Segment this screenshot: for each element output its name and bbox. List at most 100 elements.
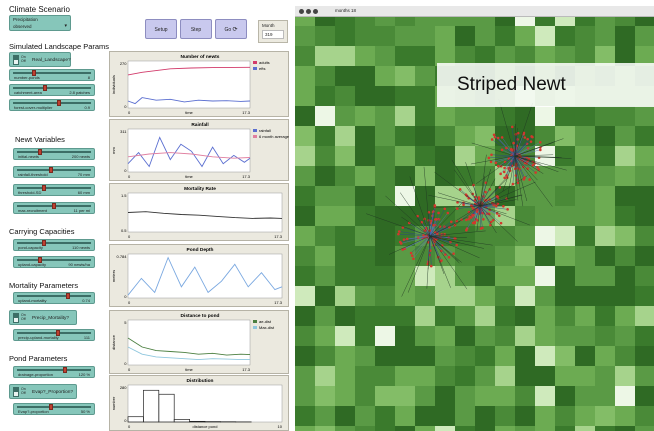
x-tick-label: 17.3 bbox=[274, 234, 283, 239]
window-control-icon[interactable] bbox=[299, 9, 304, 14]
x-tick-label: 0 bbox=[128, 234, 131, 239]
x-tick-label: 17.3 bbox=[242, 174, 251, 179]
y-tick-label: 0 bbox=[124, 168, 127, 173]
slider-handle[interactable] bbox=[42, 85, 47, 91]
go-button[interactable]: Go ⟳ bbox=[215, 19, 247, 39]
slider-value: 60 mm bbox=[77, 190, 90, 195]
months-monitor: Month 319 bbox=[258, 20, 288, 43]
slider-handle[interactable] bbox=[57, 100, 62, 106]
window-control-icon[interactable] bbox=[313, 9, 318, 14]
slider-track bbox=[17, 332, 91, 334]
slider-handle[interactable] bbox=[48, 404, 53, 410]
slider-track bbox=[17, 169, 91, 171]
go-button-label: Go bbox=[224, 27, 232, 33]
precip-mortality-switch-label: Precip_Mortality? bbox=[32, 316, 70, 321]
forest-cover-multiplier-slider[interactable]: forest-cover-multiplier 0.9 bbox=[9, 99, 95, 111]
y-axis-label: distance bbox=[111, 334, 116, 350]
toggle-icon bbox=[13, 387, 19, 397]
slider-value: 90 newts/ha bbox=[68, 262, 90, 267]
slider-track bbox=[17, 151, 91, 153]
slider-track bbox=[13, 72, 91, 74]
real-landscape-switch[interactable]: On Off Real_Landscape? bbox=[9, 52, 71, 67]
rainfall-threshold-slider[interactable]: rainfall-threshold 70 mm bbox=[13, 166, 95, 178]
slider-track bbox=[17, 187, 91, 189]
ticks-value: 18 bbox=[351, 8, 357, 13]
slider-label: Evap?-proportion bbox=[18, 409, 49, 414]
legend-entry: efts bbox=[259, 66, 265, 71]
plot-area bbox=[127, 128, 251, 173]
slider-value: 200 newts bbox=[71, 154, 90, 159]
slider-label: pond-capacity bbox=[18, 245, 43, 250]
max-recruitment-slider[interactable]: max-recruitment 11 per mi bbox=[13, 202, 95, 214]
chart-number-of-newts: Number of newts 0 270 0 17.3 time individuals a… bbox=[111, 54, 270, 115]
slider-label: rainfall-threshold bbox=[18, 172, 48, 177]
evap-proportion-slider[interactable]: Evap?-proportion 50 % bbox=[13, 403, 95, 415]
chart-title: Rainfall bbox=[191, 122, 208, 128]
slider-value: 110 newts bbox=[72, 245, 90, 250]
legend-swatch bbox=[253, 67, 257, 70]
precip-mortality-switch[interactable]: On Off Precip_Mortality? bbox=[9, 310, 77, 325]
chart-title: Distribution bbox=[187, 378, 214, 384]
initial-newts-slider[interactable]: initial-newts 200 newts bbox=[13, 148, 95, 160]
legend-swatch bbox=[253, 320, 257, 323]
real-landscape-switch-label: Real_Landscape? bbox=[32, 58, 71, 63]
slider-value: 70 mm bbox=[77, 172, 90, 177]
y-tick-label: 0 bbox=[124, 104, 127, 109]
toggle-icon bbox=[13, 55, 19, 65]
y-tick-label: 0 bbox=[124, 294, 127, 299]
section-newt-title: Newt Variables bbox=[15, 135, 65, 144]
threshold-sd-slider[interactable]: threshold-SD 60 mm bbox=[13, 184, 95, 196]
legend-swatch bbox=[253, 326, 257, 329]
precipitation-chooser-label: Precipitation bbox=[13, 17, 38, 22]
slider-value: 0.9 bbox=[84, 105, 90, 110]
slider-value: 50 % bbox=[80, 409, 90, 414]
slider-label: threshold-SD bbox=[18, 190, 42, 195]
slider-handle[interactable] bbox=[41, 185, 46, 191]
slider-handle[interactable] bbox=[66, 293, 70, 299]
chart-title: Mortality Rate bbox=[184, 186, 216, 192]
y-axis-label: meters bbox=[111, 270, 116, 282]
pond-capacity-slider[interactable]: pond-capacity 110 newts bbox=[13, 239, 95, 251]
chart-distribution: Distribution 0 280 0 10 distance pond number bbox=[111, 378, 283, 429]
legend-entry: Max-dist bbox=[259, 325, 275, 330]
overlay-title: Striped Newt bbox=[437, 63, 654, 107]
slider-label: precip-upland-mortality bbox=[18, 335, 59, 340]
upland-capacity-slider[interactable]: upland-capacity 90 newts/ha bbox=[13, 256, 95, 268]
drainage-proportion-slider[interactable]: drainage-proportion 120 % bbox=[13, 366, 95, 378]
section-carrying-title: Carrying Capacities bbox=[9, 227, 75, 236]
slider-handle[interactable] bbox=[52, 203, 56, 209]
y-tick-label: 0.5 bbox=[121, 228, 127, 233]
slider-value: 111 bbox=[83, 335, 90, 340]
chart-rainfall: Rainfall 0 311 0 17.3 time mm rainfall6 month a… bbox=[111, 122, 290, 179]
x-axis-label: time bbox=[185, 367, 193, 372]
chart-mortality-rate: Mortality Rate 0.5 1.5 0 17.3 bbox=[121, 186, 283, 239]
y-tick-label: 270 bbox=[120, 61, 127, 66]
forever-icon: ⟳ bbox=[232, 27, 238, 33]
y-tick-label: 311 bbox=[120, 129, 127, 134]
legend-swatch bbox=[253, 129, 257, 132]
upland-mortality-slider[interactable]: upland-mortality 0.74 bbox=[13, 292, 95, 304]
precipitation-chooser[interactable]: Precipitation observed ▾ bbox=[9, 15, 71, 31]
x-tick-label: 0 bbox=[128, 424, 131, 429]
step-button[interactable]: Step bbox=[180, 19, 212, 39]
x-tick-label: 17.3 bbox=[242, 110, 251, 115]
slider-handle[interactable] bbox=[48, 167, 53, 173]
slider-value: 120 % bbox=[78, 372, 90, 377]
slider-label: number-ponds bbox=[14, 75, 40, 80]
world-view-toolbar: months 18 bbox=[295, 6, 654, 17]
catchment-area-slider[interactable]: catchment-area 2.8 patches bbox=[9, 84, 95, 96]
plot-rainfall: Rainfall 0 311 0 17.3 time mm rainfall 6 month a… bbox=[109, 119, 290, 181]
slider-handle[interactable] bbox=[62, 367, 67, 373]
evap-proportion-switch[interactable]: On Off Evap?_Proportion? bbox=[9, 384, 77, 399]
number-ponds-slider[interactable]: number-ponds 8 bbox=[9, 69, 95, 81]
section-pond-title: Pond Parameters bbox=[9, 354, 68, 363]
setup-button[interactable]: Setup bbox=[145, 19, 177, 39]
chart-pond-depth: Pond Depth 0 0.784 0 17.3 meters bbox=[111, 247, 283, 305]
legend-entry: adults bbox=[259, 60, 270, 65]
switch-state: On Off bbox=[21, 313, 26, 321]
precip-upland-mortality-slider[interactable]: precip-upland-mortality 111 bbox=[13, 329, 95, 341]
slider-label: forest-cover-multiplier bbox=[14, 105, 53, 110]
x-tick-label: 0 bbox=[128, 367, 131, 372]
plot-area bbox=[127, 319, 251, 366]
window-control-icon[interactable] bbox=[306, 9, 311, 14]
